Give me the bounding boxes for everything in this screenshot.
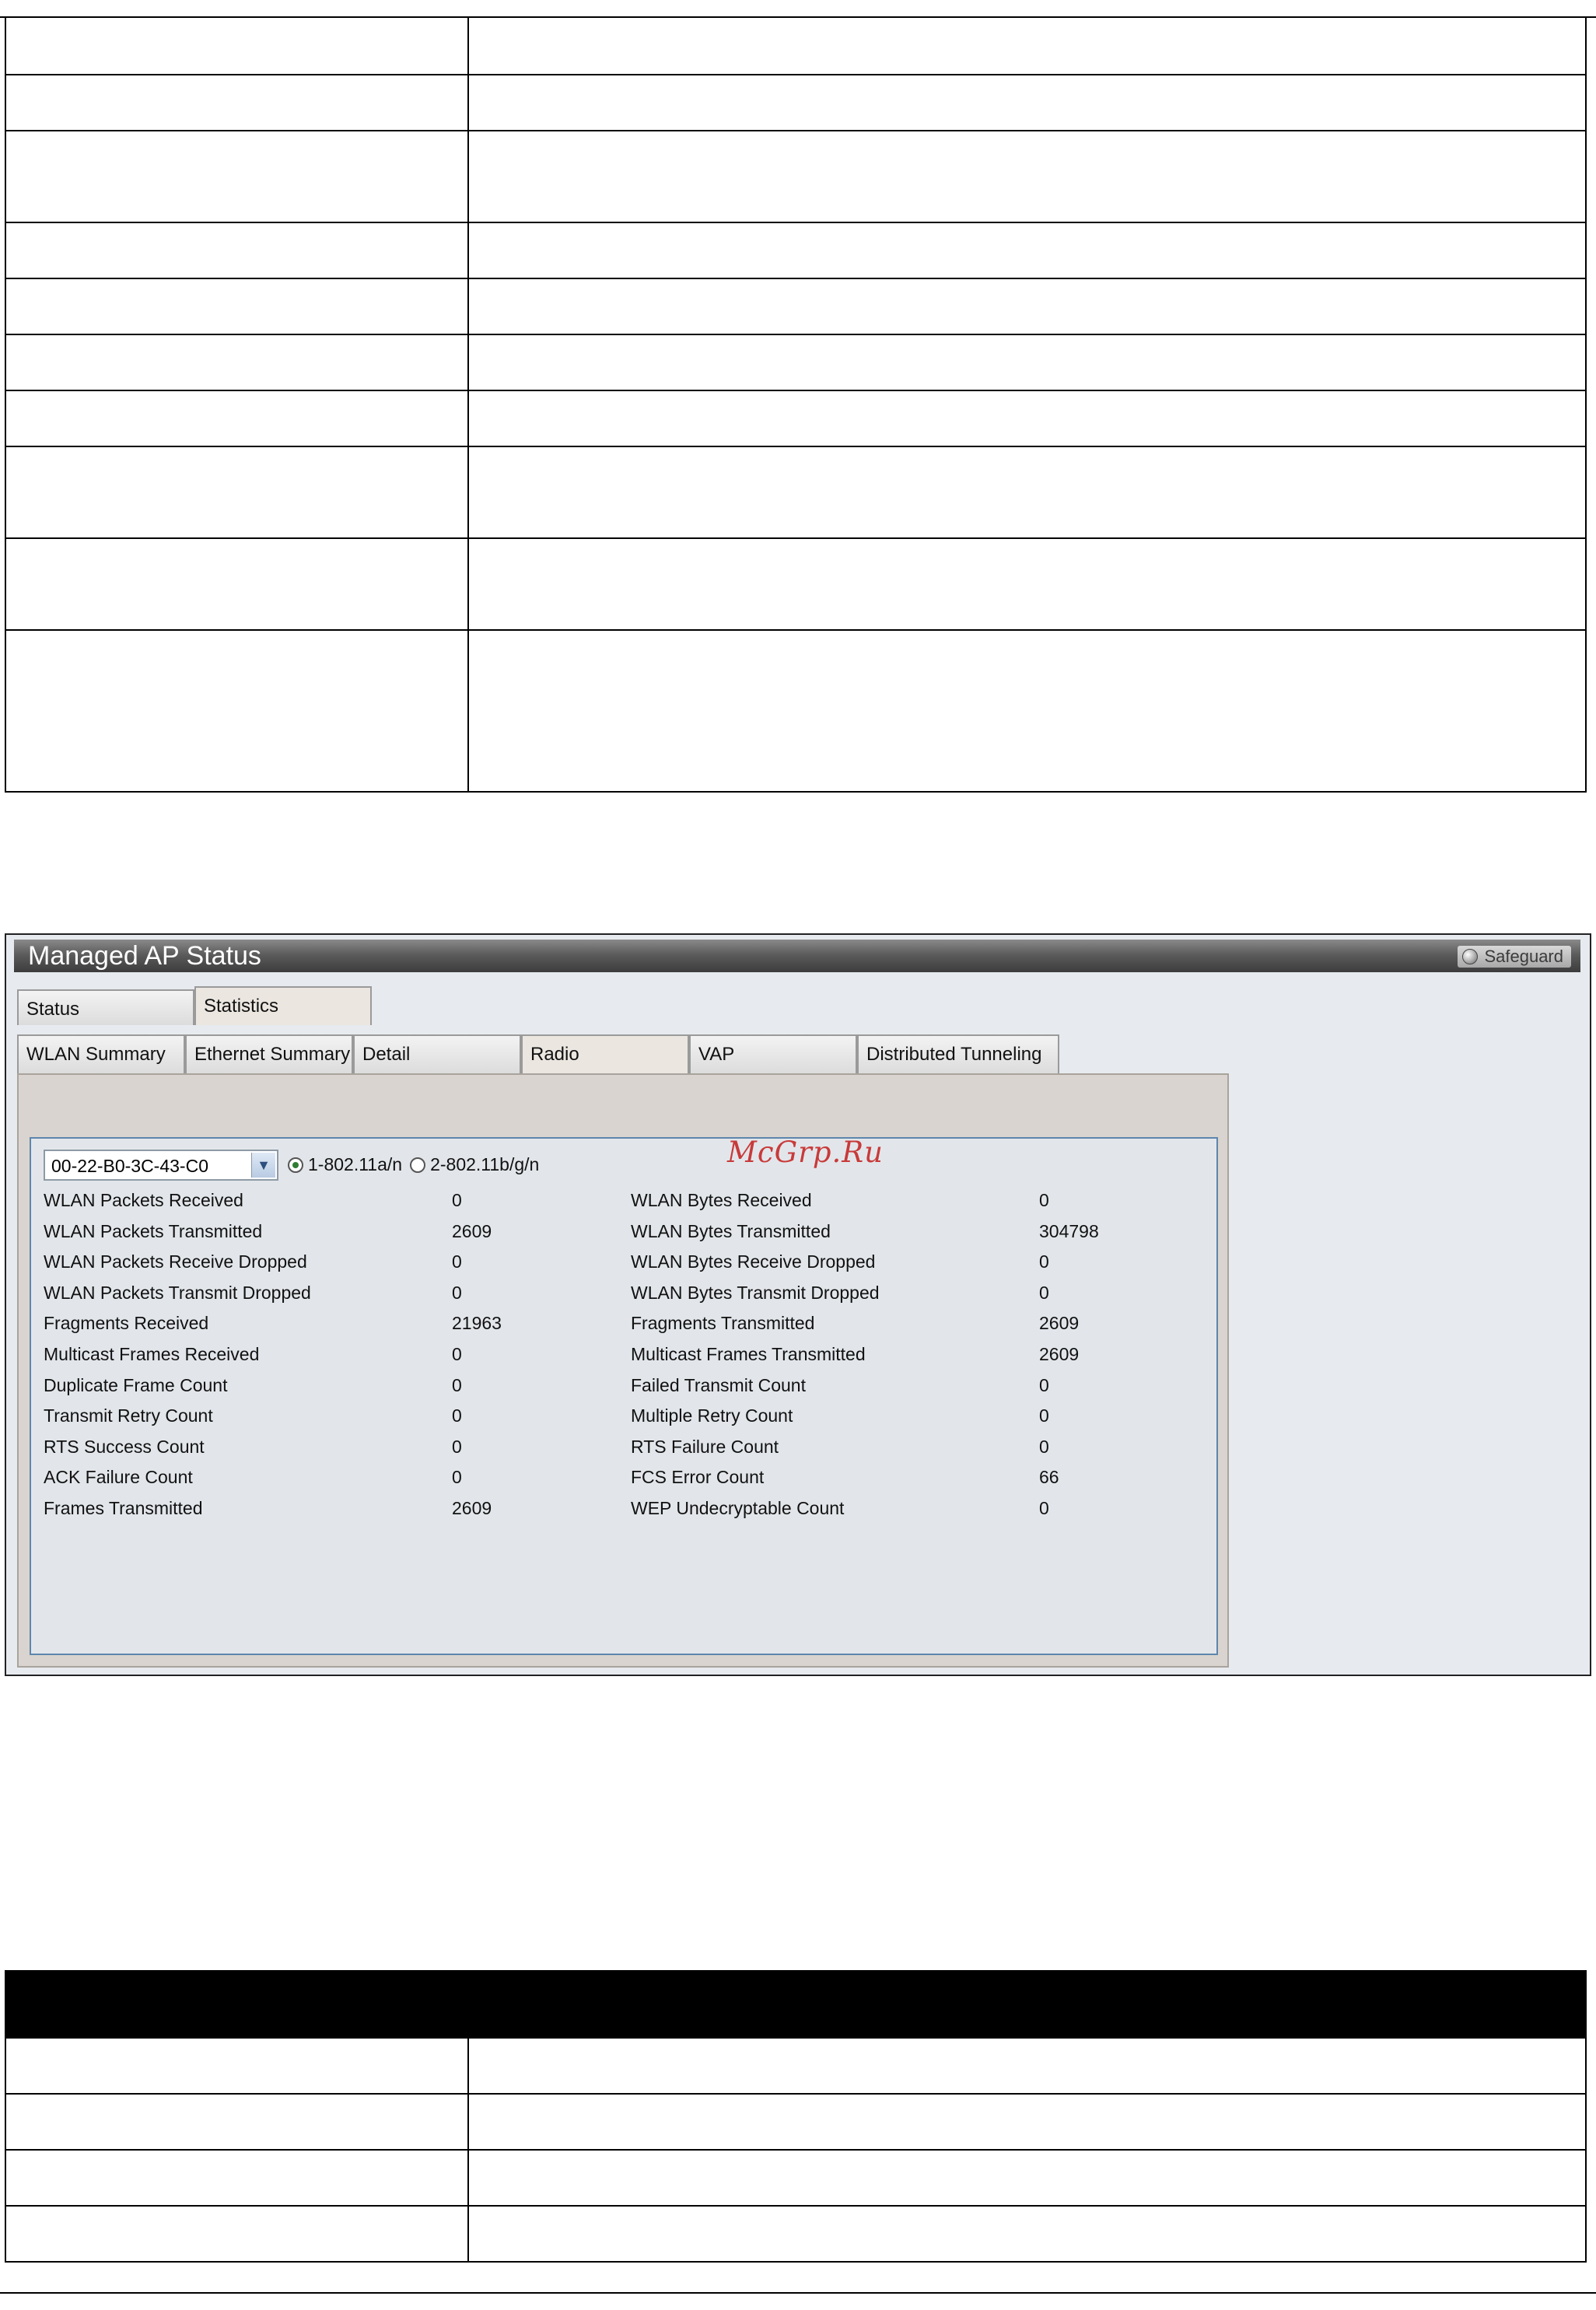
- tab-status[interactable]: Status: [17, 989, 194, 1025]
- stat-value: 2609: [452, 1497, 492, 1518]
- tab-statistics[interactable]: Statistics: [194, 986, 372, 1025]
- subtab-label: Ethernet Summary: [194, 1044, 351, 1065]
- table-row: [5, 390, 1587, 447]
- subtab-wlan-summary[interactable]: WLAN Summary: [17, 1034, 185, 1073]
- stat-value: 0: [452, 1405, 462, 1426]
- stat-value: 0: [452, 1436, 462, 1457]
- subtab-detail[interactable]: Detail: [353, 1034, 521, 1073]
- subtab-label: Radio: [530, 1044, 579, 1065]
- stat-label: WLAN Packets Receive Dropped: [44, 1251, 307, 1272]
- stat-label: Multicast Frames Received: [44, 1343, 260, 1364]
- subtab-label: VAP: [698, 1044, 735, 1065]
- stat-value: 0: [1039, 1251, 1049, 1272]
- safeguard-led-icon: [1462, 949, 1479, 964]
- stat-value: 0: [1039, 1497, 1049, 1518]
- stat-value: 2609: [452, 1220, 492, 1241]
- radio-2-button[interactable]: [410, 1157, 426, 1173]
- stat-value: 0: [1039, 1282, 1049, 1303]
- title-bar: Managed AP Status Safeguard: [14, 940, 1580, 972]
- stat-label: WLAN Bytes Transmitted: [631, 1220, 831, 1241]
- stat-label: ACK Failure Count: [44, 1467, 193, 1488]
- stat-value: 0: [452, 1282, 462, 1303]
- table-row: [5, 278, 1587, 335]
- safeguard-indicator: Safeguard: [1458, 946, 1571, 968]
- stat-value: 21963: [452, 1313, 502, 1334]
- radio-tab-panel: 00-22-B0-3C-43-C0 ▼ 1-802.11a/n 2-802.11…: [17, 1073, 1229, 1668]
- stat-value: 66: [1039, 1467, 1059, 1488]
- stat-value: 0: [452, 1374, 462, 1395]
- ap-mac-select[interactable]: 00-22-B0-3C-43-C0 ▼: [44, 1150, 278, 1181]
- chevron-down-icon[interactable]: ▼: [251, 1153, 275, 1178]
- stat-value: 0: [452, 1343, 462, 1364]
- stat-value: 0: [1039, 1436, 1049, 1457]
- stat-label: WLAN Packets Transmit Dropped: [44, 1282, 311, 1303]
- table-row: [5, 2149, 1587, 2207]
- stat-label: FCS Error Count: [631, 1467, 765, 1488]
- stat-label: WLAN Bytes Receive Dropped: [631, 1251, 876, 1272]
- stat-label: Multicast Frames Transmitted: [631, 1343, 866, 1364]
- stat-label: Frames Transmitted: [44, 1497, 203, 1518]
- stat-label: WLAN Packets Received: [44, 1190, 243, 1210]
- parameter-table-bottom: [5, 1970, 1587, 2263]
- subtab-vap[interactable]: VAP: [689, 1034, 857, 1073]
- stat-value: 0: [1039, 1405, 1049, 1426]
- watermark-text: McGrp.Ru: [727, 1136, 884, 1169]
- window-title: Managed AP Status: [28, 941, 261, 971]
- table-row: [5, 629, 1587, 793]
- stat-label: Duplicate Frame Count: [44, 1374, 228, 1395]
- radio-1-label: 1-802.11a/n: [308, 1154, 403, 1174]
- radio-statistics-panel: 00-22-B0-3C-43-C0 ▼ 1-802.11a/n 2-802.11…: [30, 1137, 1218, 1655]
- stat-label: RTS Success Count: [44, 1436, 205, 1457]
- stat-value: 2609: [1039, 1343, 1080, 1364]
- stat-value: 2609: [1039, 1313, 1080, 1334]
- table-row: [5, 74, 1587, 131]
- stat-label: WLAN Bytes Received: [631, 1190, 812, 1210]
- stat-value: 0: [452, 1190, 462, 1210]
- table-header-row: [5, 1970, 1587, 2039]
- safeguard-label: Safeguard: [1484, 947, 1563, 966]
- managed-ap-status-window: Managed AP Status Safeguard Status Stati…: [5, 933, 1591, 1676]
- subtab-distributed-tunneling[interactable]: Distributed Tunneling: [857, 1034, 1059, 1073]
- table-row: [5, 334, 1587, 391]
- stat-value: 304798: [1039, 1220, 1099, 1241]
- stat-label: Multiple Retry Count: [631, 1405, 793, 1426]
- parameter-table-top: [5, 16, 1587, 793]
- table-row: [5, 16, 1587, 75]
- stat-label: Transmit Retry Count: [44, 1405, 213, 1426]
- stat-label: Failed Transmit Count: [631, 1374, 806, 1395]
- table-row: [5, 222, 1587, 279]
- subtab-radio[interactable]: Radio: [521, 1034, 689, 1073]
- stat-label: Fragments Received: [44, 1313, 209, 1334]
- subtab-label: Detail: [362, 1044, 411, 1065]
- table-row: [5, 537, 1587, 631]
- stat-value: 0: [452, 1251, 462, 1272]
- table-row: [5, 446, 1587, 539]
- stat-label: WEP Undecryptable Count: [631, 1497, 845, 1518]
- table-row: [5, 2093, 1587, 2151]
- radio-interface-group: 1-802.11a/n 2-802.11b/g/n: [288, 1154, 547, 1175]
- stat-label: WLAN Packets Transmitted: [44, 1220, 263, 1241]
- stat-label: WLAN Bytes Transmit Dropped: [631, 1282, 880, 1303]
- tab-label: Statistics: [204, 996, 279, 1017]
- stat-label: Fragments Transmitted: [631, 1313, 815, 1334]
- stat-value: 0: [1039, 1190, 1049, 1210]
- radio-2-label: 2-802.11b/g/n: [430, 1154, 540, 1174]
- ap-mac-value: 00-22-B0-3C-43-C0: [51, 1156, 208, 1176]
- radio-1-button[interactable]: [288, 1157, 303, 1173]
- stat-value: 0: [452, 1467, 462, 1488]
- stat-label: RTS Failure Count: [631, 1436, 779, 1457]
- stat-value: 0: [1039, 1374, 1049, 1395]
- subtab-label: WLAN Summary: [26, 1044, 166, 1065]
- tab-label: Status: [26, 999, 80, 1020]
- bottom-rule: [0, 2292, 1596, 2294]
- subtab-label: Distributed Tunneling: [866, 1044, 1042, 1065]
- table-row: [5, 130, 1587, 223]
- table-row: [5, 2205, 1587, 2263]
- subtab-ethernet-summary[interactable]: Ethernet Summary: [185, 1034, 353, 1073]
- table-row: [5, 2037, 1587, 2095]
